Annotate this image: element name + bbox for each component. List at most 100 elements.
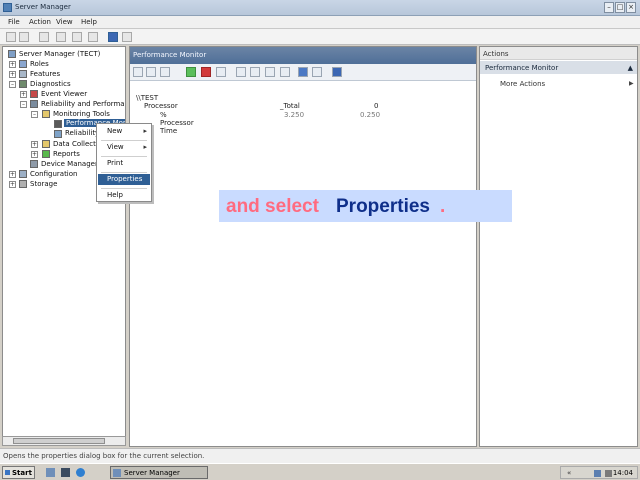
network-icon[interactable]: [594, 470, 601, 477]
console-icon[interactable]: [122, 32, 132, 42]
menu-item-print[interactable]: Print: [98, 158, 150, 169]
report-machine: \\TEST: [136, 94, 159, 102]
report-counter: % Processor Time: [160, 111, 194, 135]
tree-roles[interactable]: Roles: [30, 60, 49, 68]
copy-properties-icon[interactable]: [236, 67, 246, 77]
menu-separator: [101, 172, 147, 173]
taskbar-server-manager[interactable]: Server Manager: [110, 466, 208, 479]
menu-file[interactable]: File: [8, 18, 20, 26]
tree-reports[interactable]: Reports: [53, 150, 80, 158]
expand-reports[interactable]: +: [31, 151, 38, 158]
freeze-display-icon[interactable]: [298, 67, 308, 77]
paste-counter-list-icon[interactable]: [250, 67, 260, 77]
server-icon: [8, 50, 16, 58]
report-object: Processor: [144, 102, 178, 110]
pane-help-icon[interactable]: [332, 67, 342, 77]
event-viewer-icon: [30, 90, 38, 98]
minimize-button[interactable]: –: [604, 2, 614, 13]
report-view: \\TEST Processor _Total 0 % Processor Ti…: [136, 94, 380, 135]
context-menu: New ▸ View ▸ Print Properties Help: [96, 123, 152, 202]
menu-bar: File Action View Help: [0, 16, 640, 29]
chevron-right-icon[interactable]: ▶: [629, 80, 634, 87]
tree-monitoring-tools[interactable]: Monitoring Tools: [53, 110, 110, 118]
tree-device-manager[interactable]: Device Manager: [41, 160, 98, 168]
quick-launch-powershell-icon[interactable]: [61, 468, 70, 477]
expand-event-viewer[interactable]: +: [20, 91, 27, 98]
report-value-2: 0.250: [360, 111, 381, 119]
chart-type-dropdown-icon[interactable]: [160, 67, 170, 77]
performance-toolbar: [130, 64, 476, 81]
menu-item-view[interactable]: View ▸: [98, 142, 150, 153]
tree-event-viewer[interactable]: Event Viewer: [41, 90, 87, 98]
expand-data-collector[interactable]: +: [31, 141, 38, 148]
update-data-icon[interactable]: [312, 67, 322, 77]
tree-reliability-monitor[interactable]: Reliability: [65, 129, 99, 137]
menu-separator: [101, 188, 147, 189]
tree-storage[interactable]: Storage: [30, 180, 57, 188]
chevron-up-icon[interactable]: ▲: [628, 64, 633, 72]
collapse-monitoring-tools[interactable]: –: [31, 111, 38, 118]
help-icon[interactable]: [108, 32, 118, 42]
quick-launch-server-manager-icon[interactable]: [46, 468, 55, 477]
menu-item-print-label: Print: [107, 159, 124, 167]
tree-diagnostics[interactable]: Diagnostics: [30, 80, 71, 88]
back-icon[interactable]: [6, 32, 16, 42]
reliability-icon: [30, 100, 38, 108]
change-graph-type-icon[interactable]: [146, 67, 156, 77]
folder-icon: [42, 110, 50, 118]
close-button[interactable]: ×: [626, 2, 636, 13]
actions-title: Actions: [483, 50, 509, 58]
tree-root[interactable]: Server Manager (TECT): [19, 50, 100, 58]
add-counter-icon[interactable]: [186, 67, 196, 77]
collapse-reliability[interactable]: –: [20, 101, 27, 108]
delete-counter-icon[interactable]: [201, 67, 211, 77]
features-icon: [19, 70, 27, 78]
reports-icon: [42, 150, 50, 158]
expand-storage[interactable]: +: [9, 181, 16, 188]
print-icon[interactable]: [88, 32, 98, 42]
storage-icon: [19, 180, 27, 188]
properties-icon[interactable]: [265, 67, 275, 77]
menu-item-new[interactable]: New ▸: [98, 126, 150, 137]
expand-configuration[interactable]: +: [9, 171, 16, 178]
tutorial-caption: and select Properties .: [219, 190, 512, 222]
maximize-button[interactable]: □: [615, 2, 625, 13]
server-manager-icon: [3, 3, 12, 12]
main-toolbar: [0, 29, 640, 45]
menu-item-properties[interactable]: Properties: [98, 174, 150, 185]
menu-view[interactable]: View: [56, 18, 73, 26]
highlight-icon[interactable]: [216, 67, 226, 77]
diagnostics-icon: [19, 80, 27, 88]
scrollbar-thumb[interactable]: [13, 438, 105, 444]
window-title: Server Manager: [15, 3, 71, 11]
more-actions[interactable]: More Actions: [500, 80, 545, 88]
up-folder-icon[interactable]: [39, 32, 49, 42]
zoom-icon[interactable]: [280, 67, 290, 77]
title-bar[interactable]: Server Manager – □ ×: [0, 0, 640, 16]
menu-item-help[interactable]: Help: [98, 190, 150, 201]
view-graph-icon[interactable]: [133, 67, 143, 77]
performance-monitor-icon: [54, 120, 62, 128]
export-icon[interactable]: [72, 32, 82, 42]
submenu-arrow-icon: ▸: [143, 127, 147, 135]
start-button[interactable]: Start: [2, 466, 35, 479]
quick-launch-ie-icon[interactable]: [76, 468, 85, 477]
tree-horizontal-scrollbar[interactable]: [2, 436, 126, 446]
volume-icon[interactable]: [605, 470, 612, 477]
actions-section[interactable]: Performance Monitor ▲: [480, 61, 637, 74]
windows-logo-icon: [5, 470, 10, 475]
collapse-diagnostics[interactable]: –: [9, 81, 16, 88]
show-hidden-icons-icon[interactable]: «: [567, 469, 571, 477]
tree-configuration[interactable]: Configuration: [30, 170, 77, 178]
status-text: Opens the properties dialog box for the …: [3, 452, 205, 460]
menu-action[interactable]: Action: [29, 18, 51, 26]
clock[interactable]: 14:04: [613, 469, 633, 477]
roles-icon: [19, 60, 27, 68]
tree-reliability-performance[interactable]: Reliability and Performance: [41, 100, 125, 108]
show-hide-tree-icon[interactable]: [56, 32, 66, 42]
expand-features[interactable]: +: [9, 71, 16, 78]
expand-roles[interactable]: +: [9, 61, 16, 68]
menu-help[interactable]: Help: [81, 18, 97, 26]
tree-features[interactable]: Features: [30, 70, 60, 78]
forward-icon[interactable]: [19, 32, 29, 42]
